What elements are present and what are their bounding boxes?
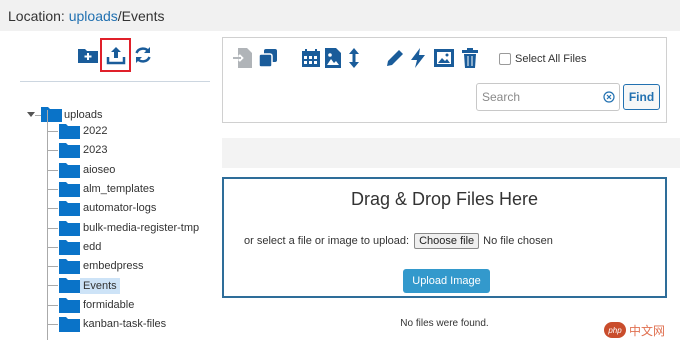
tree-item-label: kanban-task-files	[83, 318, 167, 330]
tree-item[interactable]: aioseo	[0, 160, 222, 179]
tree-item[interactable]: bulk-media-register-tmp	[0, 218, 222, 237]
tree-item-label: Events	[80, 278, 120, 295]
no-files-message: No files were found.	[400, 318, 489, 329]
folder-icon	[59, 317, 80, 332]
clear-search-icon[interactable]	[603, 91, 615, 103]
tree-branch-line	[48, 169, 58, 171]
add-folder-icon[interactable]	[76, 43, 100, 67]
folder-icon	[59, 143, 80, 159]
tree-item[interactable]: kanban-task-files	[0, 314, 222, 333]
select-all-checkbox[interactable]: Select All Files	[499, 53, 587, 65]
select-all-label: Select All Files	[515, 53, 587, 65]
folder-icon	[59, 181, 80, 197]
tree-item[interactable]: embedpress	[0, 256, 222, 275]
edit-icon[interactable]	[384, 47, 406, 69]
trash-icon[interactable]	[459, 47, 481, 69]
tree-item[interactable]: 2022	[0, 121, 222, 140]
file-select-label: or select a file or image to upload:	[244, 235, 410, 247]
flash-icon[interactable]	[407, 47, 429, 69]
tree-item-label: 2022	[83, 125, 108, 137]
tree-item[interactable]: automator-logs	[0, 198, 222, 217]
tree-root-label: uploads	[64, 109, 103, 121]
tree-branch-line	[48, 304, 58, 306]
search-box	[476, 83, 620, 111]
tree-item-label: bulk-media-register-tmp	[83, 221, 200, 234]
watermark-text: 中文网	[629, 323, 666, 338]
tree-item-label: formidable	[83, 298, 135, 311]
upload-dropzone[interactable]: Drag & Drop Files Here or select a file …	[222, 177, 667, 298]
tree-branch-line	[48, 227, 58, 229]
watermark-logo: php 中文网	[604, 319, 665, 341]
folder-icon	[59, 162, 80, 178]
location-path: /Events	[117, 8, 165, 24]
tree-branch-line	[48, 246, 58, 248]
collapse-icon[interactable]	[27, 110, 35, 118]
folder-icon	[59, 201, 80, 217]
location-root-link[interactable]: uploads	[69, 8, 118, 24]
tree-item-label: edd	[83, 240, 102, 253]
import-icon[interactable]	[232, 47, 254, 69]
tree-item[interactable]: alm_templates	[0, 179, 222, 198]
tree-branch-line	[48, 150, 58, 152]
location-label: Location:	[8, 8, 69, 24]
tree-branch-line	[48, 285, 58, 287]
upload-image-button[interactable]: Upload Image	[403, 269, 490, 293]
refresh-icon[interactable]	[131, 43, 155, 67]
copy-icon[interactable]	[257, 47, 279, 69]
folder-icon	[59, 239, 80, 255]
location-bar: Location: uploads/Events	[0, 0, 680, 31]
folder-panel: uploads 2022 2023 aioseo alm_templatesautom…	[0, 31, 222, 341]
tree-item-label: aioseo	[83, 163, 116, 176]
tree-branch-line	[48, 208, 58, 210]
tree-item[interactable]: formidable	[0, 295, 222, 314]
tree-branch-line	[48, 188, 58, 190]
calendar-icon[interactable]	[300, 47, 322, 69]
folder-icon	[59, 259, 80, 275]
toolbar-spacer	[222, 138, 680, 168]
folder-icon	[59, 278, 80, 294]
folder-icon	[59, 297, 80, 313]
tree-branch-line	[48, 266, 58, 268]
file-select-row: or select a file or image to upload: Cho…	[244, 233, 553, 249]
folder-icon	[59, 220, 80, 236]
resize-icon[interactable]	[343, 47, 365, 69]
tree-item-label: 2023	[83, 144, 108, 157]
tree-item-label: automator-logs	[83, 202, 157, 215]
folder-icon	[41, 107, 62, 122]
watermark-badge: php	[604, 322, 626, 338]
tree-item-label: alm_templates	[83, 182, 155, 195]
find-button[interactable]: Find	[623, 84, 660, 110]
file-toolbox: Select All Files Find	[222, 37, 667, 123]
picture-icon[interactable]	[433, 47, 455, 69]
tree-branch-line	[48, 324, 58, 325]
panel-divider	[20, 81, 210, 82]
tree-item-label: embedpress	[83, 260, 144, 273]
search-input[interactable]	[477, 84, 597, 110]
folder-icon	[59, 124, 80, 139]
upload-icon[interactable]	[104, 43, 128, 67]
tree-branch-line	[48, 131, 58, 132]
tree-item[interactable]: 2023	[0, 140, 222, 159]
image-icon[interactable]	[322, 47, 344, 69]
file-chosen-status: No file chosen	[483, 235, 553, 247]
dropzone-title: Drag & Drop Files Here	[350, 189, 539, 209]
tree-item[interactable]: edd	[0, 237, 222, 256]
choose-file-button[interactable]: Choose file	[414, 233, 480, 249]
checkbox-box[interactable]	[499, 53, 511, 65]
tree-item[interactable]: Events	[0, 275, 222, 295]
